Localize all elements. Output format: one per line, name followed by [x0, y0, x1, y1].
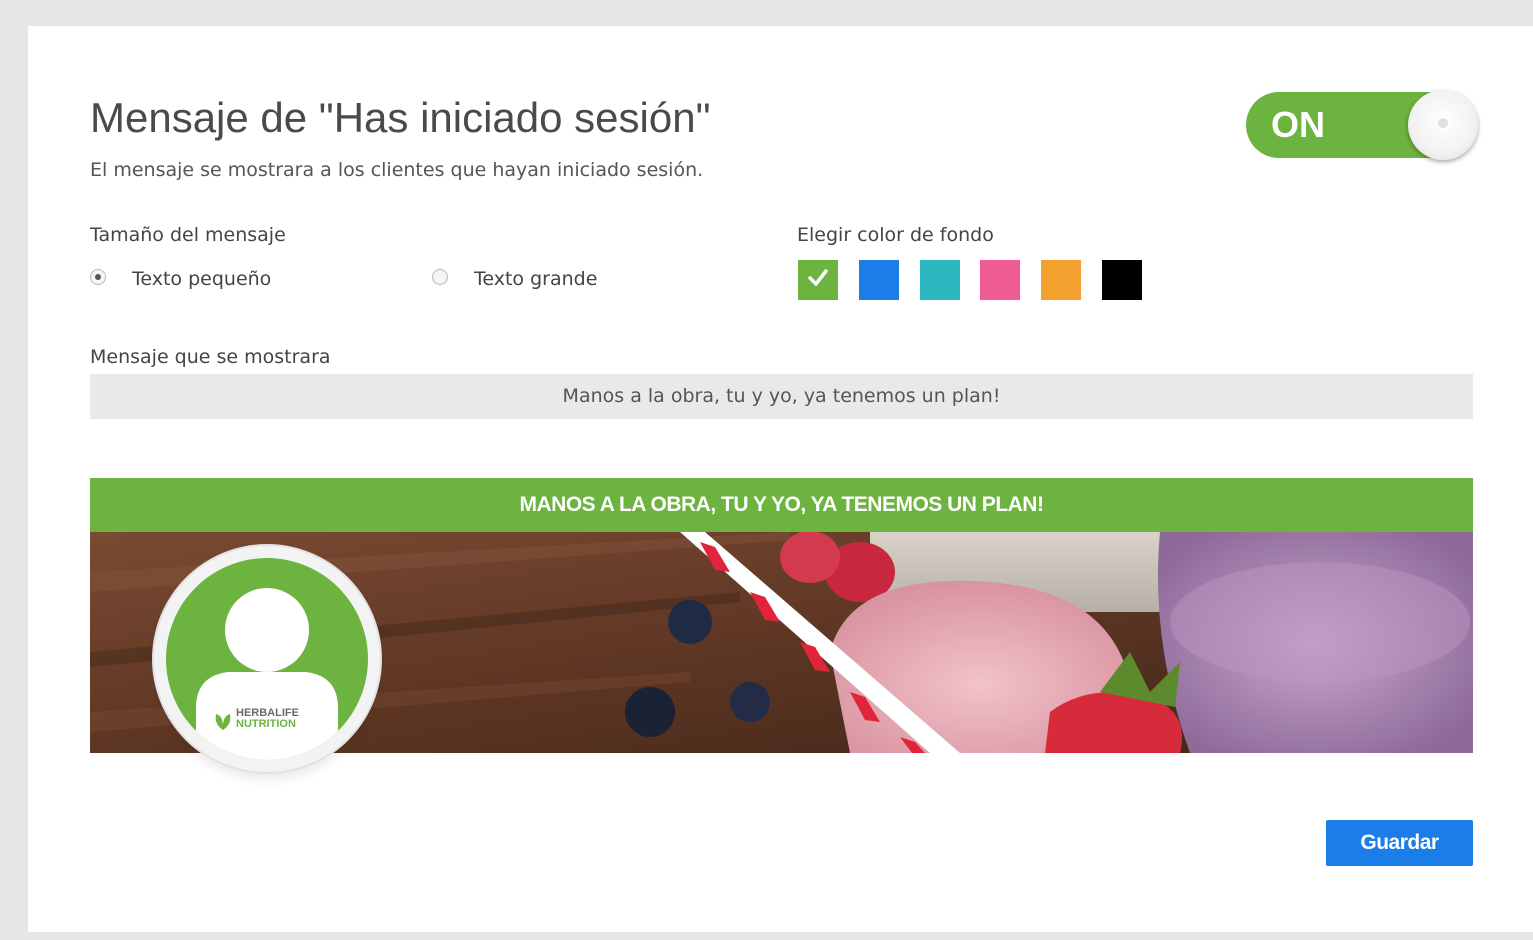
preview-banner: MANOS A LA OBRA, TU Y YO, YA TENEMOS UN … [90, 478, 1473, 532]
page-title: Mensaje de "Has iniciado sesión" [90, 94, 711, 141]
leaf-icon [215, 714, 231, 730]
settings-card: Mensaje de "Has iniciado sesión" El mens… [28, 26, 1533, 932]
herbalife-logo: HERBALIFE NUTRITION [212, 706, 332, 736]
check-icon [808, 269, 828, 286]
message-text-label: Mensaje que se mostrara [90, 346, 331, 368]
toggle-label: ON [1271, 104, 1325, 145]
radio-small-text[interactable] [90, 269, 106, 285]
swatch-black[interactable] [1102, 260, 1142, 300]
background-color-label: Elegir color de fondo [797, 224, 994, 246]
swatch-green[interactable] [798, 260, 838, 300]
message-size-label: Tamaño del mensaje [90, 224, 286, 246]
swatch-teal[interactable] [920, 260, 960, 300]
radio-large-text[interactable] [432, 269, 448, 285]
save-button[interactable]: Guardar [1326, 820, 1473, 866]
avatar: HERBALIFE NUTRITION [166, 558, 368, 760]
avatar-frame: HERBALIFE NUTRITION [154, 546, 380, 772]
swatch-pink[interactable] [980, 260, 1020, 300]
logo-line2: NUTRITION [236, 718, 296, 730]
message-input[interactable]: Manos a la obra, tu y yo, ya tenemos un … [90, 374, 1473, 419]
enable-toggle[interactable]: ON [1246, 90, 1478, 160]
radio-large-text-label[interactable]: Texto grande [474, 268, 597, 290]
toggle-knob [1408, 90, 1478, 160]
swatch-orange[interactable] [1041, 260, 1081, 300]
swatch-blue[interactable] [859, 260, 899, 300]
page-subtitle: El mensaje se mostrara a los clientes qu… [90, 159, 704, 181]
radio-small-text-label[interactable]: Texto pequeño [132, 268, 271, 290]
